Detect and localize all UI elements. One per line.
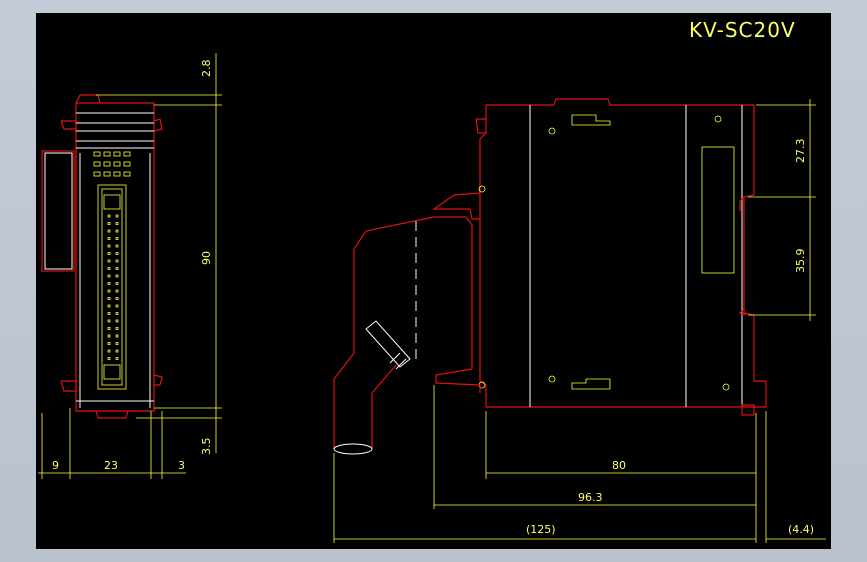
- connector-pin: [115, 282, 119, 285]
- connector-pin: [115, 222, 119, 225]
- dim-top-gap: 2.8: [200, 60, 213, 78]
- led-grid: [93, 151, 131, 177]
- cable-outer: [333, 352, 355, 449]
- connector-pin: [107, 327, 111, 330]
- lower-hook-right: [153, 374, 163, 386]
- connector-pin: [107, 349, 111, 353]
- dim-slot-height: 35.9: [794, 249, 807, 274]
- connector-pin: [115, 229, 119, 233]
- connector-pin: [115, 334, 119, 338]
- connector-pin: [107, 357, 111, 360]
- dim-side-depth: 9: [52, 459, 59, 472]
- dim-offset: (4.4): [788, 523, 814, 536]
- connector-pin: [107, 304, 111, 308]
- drawing-canvas: KV-SC20V 2.8 90 3.5 9 23 3 27.3 35.9 80 …: [36, 13, 831, 549]
- connector-pin: [115, 252, 119, 255]
- plug-upper-edge: [353, 216, 435, 353]
- connector-pin: [115, 289, 119, 293]
- connector-pin: [115, 267, 119, 270]
- upper-hook-right: [153, 118, 163, 132]
- dim-total: (125): [526, 523, 556, 536]
- connector-pin: [115, 297, 119, 300]
- cable-strain-relief: [365, 320, 411, 368]
- connector-pin: [107, 237, 111, 240]
- cable-connector: [333, 192, 481, 455]
- connector-pin: [107, 267, 111, 270]
- connector-pin: [107, 319, 111, 323]
- side-block-outline: [41, 150, 75, 272]
- rail-clip-bottom: [738, 308, 747, 316]
- front-view: [41, 94, 163, 419]
- top-latch: [75, 94, 101, 104]
- upper-hook-left: [60, 120, 76, 130]
- connector-pin: [115, 342, 119, 345]
- connector-pin: [107, 222, 111, 225]
- connector-pin: [115, 237, 119, 240]
- top-rail-hook: [475, 118, 486, 134]
- cad-drawing: KV-SC20V 2.8 90 3.5 9 23 3 27.3 35.9 80 …: [38, 18, 826, 543]
- plug-lower-edge: [435, 368, 481, 393]
- drawing-title: KV-SC20V: [689, 18, 796, 42]
- label-slot: [701, 146, 735, 274]
- connector-pin: [107, 274, 111, 278]
- cable-inner: [371, 364, 397, 449]
- connector-pin: [107, 229, 111, 233]
- dim-width: 23: [104, 459, 118, 472]
- dim-body-depth: 80: [612, 459, 626, 472]
- front-dimension-lines: [38, 53, 222, 479]
- plug-front: [434, 216, 473, 369]
- dim-height: 90: [200, 251, 213, 265]
- side-block-inner: [44, 152, 73, 270]
- module-outline: [479, 98, 767, 408]
- connector-pin: [107, 244, 111, 248]
- connector-pin: [107, 334, 111, 338]
- dim-bottom-gap: 3.5: [200, 438, 213, 456]
- bottom-latch: [95, 410, 129, 419]
- side-view: [475, 98, 767, 416]
- connector-pin: [115, 357, 119, 360]
- dim-latch: 3: [178, 459, 185, 472]
- connector-pin: [115, 244, 119, 248]
- connector-pin: [115, 312, 119, 315]
- connector-pin: [115, 214, 119, 218]
- connector-pins: [107, 214, 119, 360]
- dim-upper-height: 27.3: [794, 139, 807, 164]
- connector-pin: [115, 259, 119, 263]
- connector-pin: [107, 282, 111, 285]
- connector-pin: [115, 327, 119, 330]
- connector-pin: [115, 319, 119, 323]
- connector-pin: [107, 297, 111, 300]
- lower-slot: [571, 378, 611, 390]
- connector-pin: [115, 304, 119, 308]
- connector-pin: [107, 342, 111, 345]
- connector-pin: [107, 259, 111, 263]
- connector-pin: [115, 349, 119, 353]
- connector-pin: [107, 312, 111, 315]
- connector-top: [432, 192, 481, 220]
- dim-with-connector: 96.3: [578, 491, 603, 504]
- connector-pin: [107, 252, 111, 255]
- connector-pin: [107, 214, 111, 218]
- connector-pin: [115, 274, 119, 278]
- connector-pin: [107, 289, 111, 293]
- upper-slot: [571, 114, 611, 126]
- side-dimension-lines: [333, 99, 826, 543]
- lower-hook-left: [60, 380, 76, 392]
